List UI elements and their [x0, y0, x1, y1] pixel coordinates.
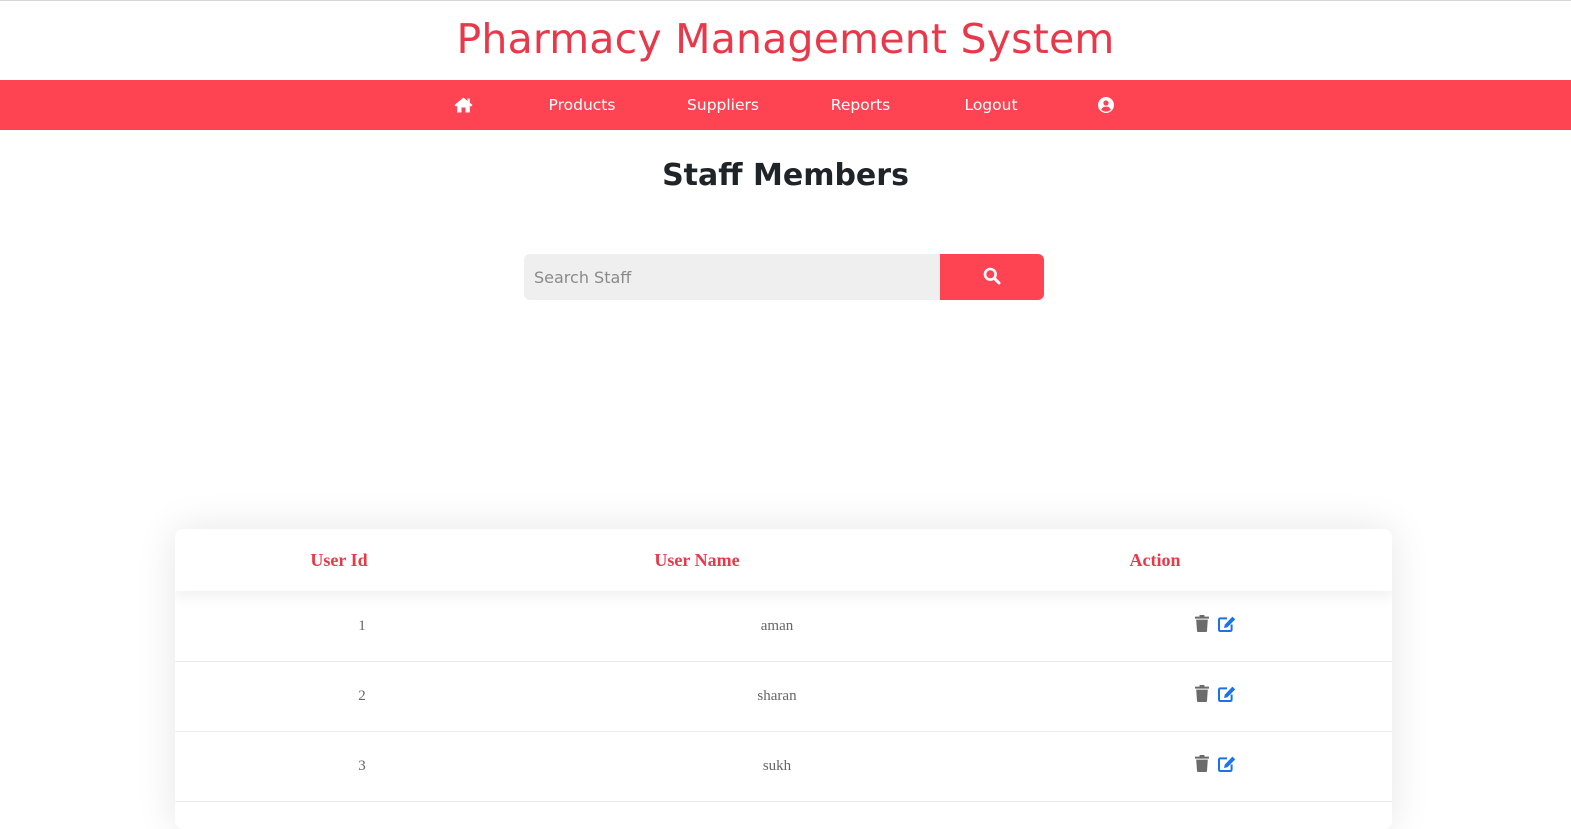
search-button[interactable] [940, 254, 1044, 300]
cell-user-name: sukh [762, 757, 792, 774]
cell-user-id: 1 [358, 617, 366, 634]
search-input[interactable] [524, 254, 940, 300]
app-title: Pharmacy Management System [456, 15, 1115, 63]
trash-icon[interactable] [1195, 755, 1209, 777]
top-border [0, 0, 1571, 1]
column-header-action: Action [1129, 549, 1181, 570]
row-actions [1195, 661, 1265, 731]
edit-icon[interactable] [1218, 616, 1236, 637]
column-header-user-name: User Name [654, 549, 740, 570]
navbar: Products Suppliers Reports Logout [0, 80, 1571, 130]
staff-table: User Id User Name Action 1 aman 2 sharan… [175, 529, 1392, 829]
edit-icon[interactable] [1218, 756, 1236, 777]
user-circle-icon [1098, 97, 1114, 113]
cell-user-id: 2 [358, 687, 366, 704]
home-icon [454, 97, 473, 113]
nav-home[interactable] [444, 80, 482, 130]
page-title: Staff Members [662, 158, 909, 193]
row-actions [1195, 591, 1265, 661]
trash-icon[interactable] [1195, 685, 1209, 707]
nav-reports[interactable]: Reports [823, 80, 898, 130]
nav-suppliers[interactable]: Suppliers [682, 80, 764, 130]
edit-icon[interactable] [1218, 686, 1236, 707]
table-row: 1 aman [175, 591, 1392, 662]
nav-logout[interactable]: Logout [956, 80, 1026, 130]
search-bar [524, 254, 1044, 300]
column-header-user-id: User Id [310, 549, 368, 570]
cell-user-name: aman [760, 617, 794, 634]
nav-profile[interactable] [1092, 80, 1120, 130]
nav-products[interactable]: Products [542, 80, 622, 130]
cell-user-id: 3 [358, 757, 366, 774]
table-header: User Id User Name Action [175, 529, 1392, 591]
table-row: 2 sharan [175, 661, 1392, 732]
trash-icon[interactable] [1195, 615, 1209, 637]
search-icon [983, 267, 1001, 288]
row-actions [1195, 731, 1265, 801]
cell-user-name: sharan [757, 687, 797, 704]
table-row: 3 sukh [175, 731, 1392, 802]
